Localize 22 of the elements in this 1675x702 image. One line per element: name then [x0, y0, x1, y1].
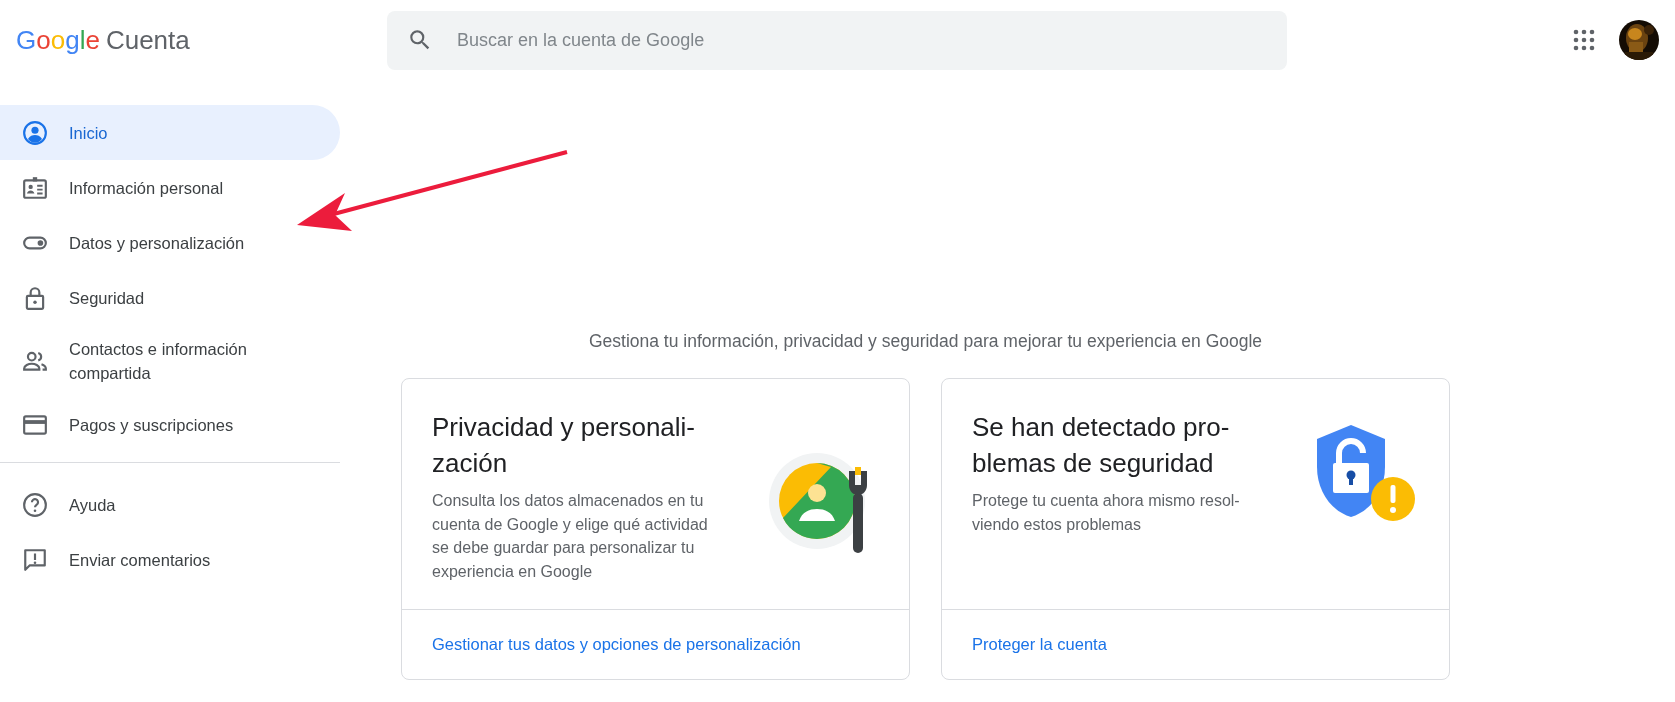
card-description: Consulta los datos almacenados en tu cuenta de Google y elige qué actividad se debe guardar para personalizar tu experiencia en Google: [432, 491, 709, 582]
card-link[interactable]: Gestionar tus datos y opciones de personalización: [432, 632, 801, 658]
help-icon: [22, 491, 48, 518]
feedback-icon: [22, 546, 48, 573]
intro-text: Gestiona tu información, privacidad y seguridad para mejorar tu experiencia en Google: [587, 330, 1264, 353]
card-link[interactable]: Proteger la cuenta: [972, 632, 1107, 658]
sidebar-item[interactable]: Pagos y suscripciones: [0, 397, 340, 452]
sidebar-item[interactable]: Información personal: [0, 160, 340, 215]
search-field[interactable]: Buscar en la cuenta de Google: [387, 10, 1287, 70]
sidebar-item[interactable]: Enviar comentarios: [0, 532, 340, 587]
sidebar-item[interactable]: Ayuda: [0, 477, 340, 532]
card-description: Protege tu cuenta ahora mismo resol- viendo estos problemas: [972, 491, 1241, 535]
card-title: Se han detectado pro- blemas de seguridad: [972, 411, 1231, 481]
apps-grid-icon[interactable]: [1573, 29, 1595, 51]
logo[interactable]: Google Cuenta: [16, 20, 190, 60]
id-card-icon: [22, 174, 48, 201]
account-circle-icon: [22, 119, 48, 146]
sidebar-item[interactable]: Seguridad: [0, 270, 340, 325]
sidebar-item[interactable]: Inicio: [0, 105, 340, 160]
sidebar-item[interactable]: Datos y personalización: [0, 215, 340, 270]
sidebar-item[interactable]: Contactos e información compartida: [0, 325, 340, 397]
card-title: Privacidad y personali- zación: [432, 411, 696, 481]
